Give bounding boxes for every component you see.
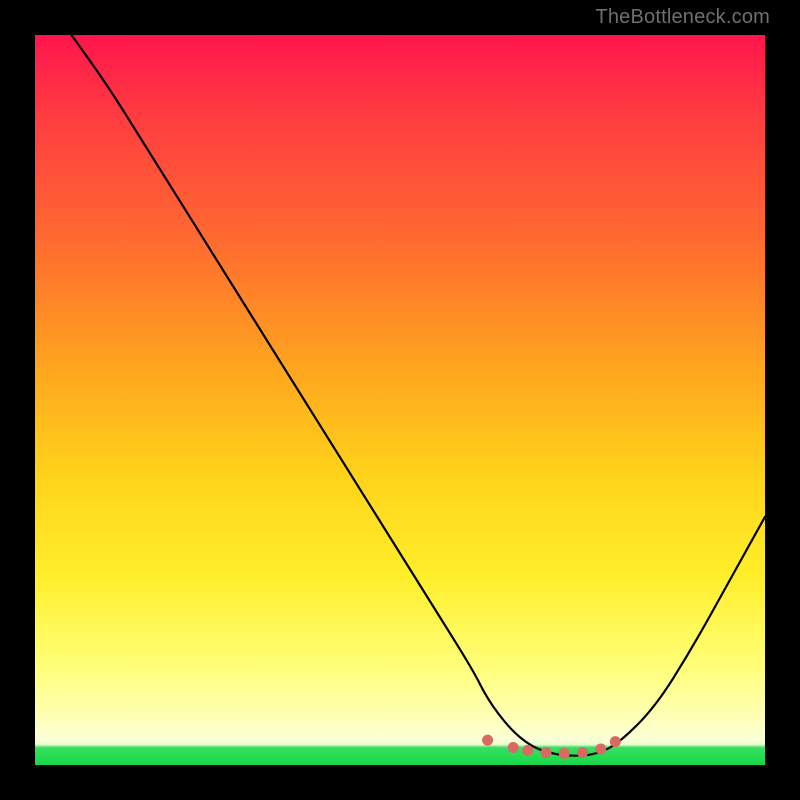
plot-area <box>35 35 765 765</box>
bottleneck-curve <box>72 35 766 756</box>
chart-frame: TheBottleneck.com <box>0 0 800 800</box>
optimal-dot <box>522 745 533 756</box>
optimal-dot <box>508 742 519 753</box>
optimal-dot <box>541 747 552 758</box>
watermark-text: TheBottleneck.com <box>595 6 770 29</box>
curve-layer <box>35 35 765 765</box>
optimal-range-dots <box>482 735 621 759</box>
optimal-dot <box>482 735 493 746</box>
optimal-dot <box>595 743 606 754</box>
optimal-dot <box>559 748 570 759</box>
optimal-dot <box>610 736 621 747</box>
optimal-dot <box>577 747 588 758</box>
